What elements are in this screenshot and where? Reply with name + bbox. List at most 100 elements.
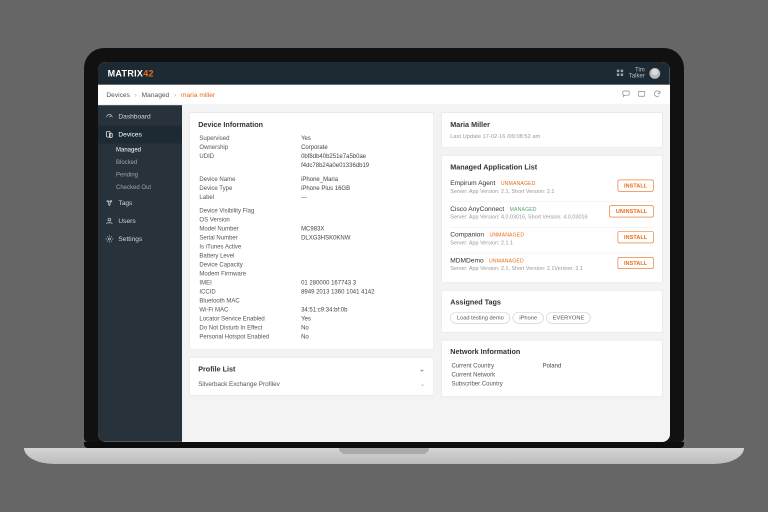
app-status: UNMANAGED: [489, 258, 524, 264]
info-value: [301, 216, 424, 224]
profile-list-title: Profile List: [198, 365, 235, 373]
app-row: Empirum Agent UNMANAGEDServer: App Versi…: [450, 176, 654, 198]
info-key: Subscriber Country: [451, 380, 541, 388]
install-button[interactable]: INSTALL: [617, 180, 653, 192]
brand-bar: MATRIX42 Tim Talker: [98, 62, 670, 85]
info-value: iPhone Plus 16GB: [301, 184, 424, 192]
info-value: 34:51:c9:34:bf:0b: [301, 306, 424, 314]
sidebar-sub-checkedout[interactable]: Checked Out: [98, 181, 182, 194]
info-key: Model Number: [199, 225, 299, 233]
info-key: UDID: [199, 153, 299, 161]
info-value: 8949 2013 1360 1041 4142: [301, 288, 424, 296]
install-button[interactable]: INSTALL: [617, 257, 653, 269]
info-key: Ownership: [199, 144, 299, 152]
breadcrumb-current: maria miller: [181, 91, 215, 98]
sidebar-item-tags[interactable]: Tags: [98, 194, 182, 212]
sidebar-item-label: Tags: [118, 199, 132, 206]
sidebar-sub-pending[interactable]: Pending: [98, 169, 182, 182]
info-key: IMEI: [199, 279, 299, 287]
sidebar-item-label: Settings: [118, 235, 142, 242]
tag[interactable]: EVERYONE: [546, 312, 591, 323]
install-button[interactable]: INSTALL: [617, 231, 653, 243]
breadcrumb-devices[interactable]: Devices: [106, 91, 129, 98]
info-key: Bluetooth MAC: [199, 297, 299, 305]
device-information-card: Device Information SupervisedYesOwnershi…: [189, 112, 434, 350]
tags-icon: [105, 199, 113, 207]
sidebar-item-dashboard[interactable]: Dashboard: [98, 108, 182, 126]
info-value: No: [301, 333, 424, 341]
info-key: Device Visibility Flag: [199, 207, 299, 215]
info-value: [301, 207, 424, 215]
sidebar-sub-managed[interactable]: Managed: [98, 144, 182, 157]
info-key: Personal Hotspot Enabled: [199, 333, 299, 341]
info-key: Current Network: [451, 371, 541, 379]
info-key: OS Version: [199, 216, 299, 224]
app-status: MANAGED: [510, 206, 537, 212]
uninstall-button[interactable]: UNINSTALL: [609, 205, 653, 217]
grid-icon: [616, 68, 624, 78]
assigned-tags-card: Assigned Tags Load testing demoiPhoneEVE…: [441, 290, 663, 333]
card-title: Profile List ⌄: [198, 365, 425, 373]
info-key: Device Name: [199, 175, 299, 183]
card-title: Network Information: [450, 348, 654, 356]
sidebar: Dashboard Devices Managed Blocked Pendin…: [98, 105, 182, 442]
header-user[interactable]: Tim Talker: [616, 67, 661, 79]
card-title: Assigned Tags: [450, 298, 654, 306]
chevron-right-icon: ›: [135, 91, 137, 98]
profile-list-card: Profile List ⌄ Silverback Exchange Profi…: [189, 357, 434, 395]
app-detail: Server: App Version: 4.0.03016, Short Ve…: [450, 214, 609, 220]
info-value: 01 280000 167743 3: [301, 279, 424, 287]
info-key: ICCID: [199, 288, 299, 296]
users-icon: [105, 217, 113, 225]
info-value: f4dc78b24a0e01336db19: [301, 162, 424, 170]
info-key: Is iTunes Active: [199, 243, 299, 251]
app-row: Cisco AnyConnect MANAGEDServer: App Vers…: [450, 201, 654, 223]
info-key: Serial Number: [199, 234, 299, 242]
info-value: Yes: [301, 315, 424, 323]
info-key: [199, 162, 299, 170]
tag-list: Load testing demoiPhoneEVERYONE: [450, 311, 654, 325]
card-icon[interactable]: [638, 90, 646, 100]
info-value: [301, 243, 424, 251]
refresh-icon[interactable]: [653, 90, 661, 100]
devices-icon: [105, 130, 113, 138]
info-key: Wi-Fi MAC: [199, 306, 299, 314]
gauge-icon: [105, 112, 113, 120]
sidebar-item-label: Users: [118, 217, 135, 224]
info-value: Corporate: [301, 144, 424, 152]
user-name: Tim Talker: [629, 67, 645, 79]
sidebar-item-settings[interactable]: Settings: [98, 230, 182, 248]
chevron-right-icon: ›: [174, 91, 176, 98]
managed-apps-card: Managed Application List Empirum Agent U…: [441, 155, 663, 283]
info-value: ---: [301, 193, 424, 201]
sidebar-item-label: Devices: [118, 131, 141, 138]
sidebar-item-devices[interactable]: Devices: [98, 126, 182, 144]
info-value: [543, 380, 653, 388]
brand-name-a: MATRIX: [108, 68, 144, 78]
info-key: Current Country: [451, 362, 541, 370]
collapse-icon[interactable]: ⌄: [419, 365, 425, 373]
info-value: 0bf8db40b251e7a5b0ae: [301, 153, 424, 161]
card-title: Device Information: [198, 120, 425, 128]
app-detail: Server: App Version: 2.1, Short Version:…: [450, 188, 617, 194]
owner-name: Maria Miller: [450, 120, 654, 128]
app-status: UNMANAGED: [489, 232, 524, 238]
tag[interactable]: iPhone: [513, 312, 544, 323]
breadcrumb-managed[interactable]: Managed: [142, 91, 170, 98]
tag[interactable]: Load testing demo: [450, 312, 510, 323]
app-row: Companion UNMANAGED Server: App Version: …: [450, 227, 654, 249]
sidebar-sub-blocked[interactable]: Blocked: [98, 156, 182, 169]
app-detail: Server: App Version: 2.1.1: [450, 240, 617, 246]
brand-name-b: 42: [143, 68, 154, 78]
app-name: Companion UNMANAGED: [450, 231, 617, 238]
sidebar-item-users[interactable]: Users: [98, 212, 182, 230]
chat-icon[interactable]: [622, 90, 630, 100]
info-key: Label: [199, 193, 299, 201]
info-value: MC983X: [301, 225, 424, 233]
info-value: iPhone_Maria: [301, 175, 424, 183]
avatar[interactable]: [650, 68, 661, 79]
info-key: Do Not Disturb In Effect: [199, 324, 299, 332]
chevron-down-icon[interactable]: ⌄: [420, 381, 425, 388]
profile-item[interactable]: Silverback Exchange Profilev: [198, 381, 280, 388]
network-info-table: Current CountryPolandCurrent NetworkSubs…: [450, 361, 654, 389]
